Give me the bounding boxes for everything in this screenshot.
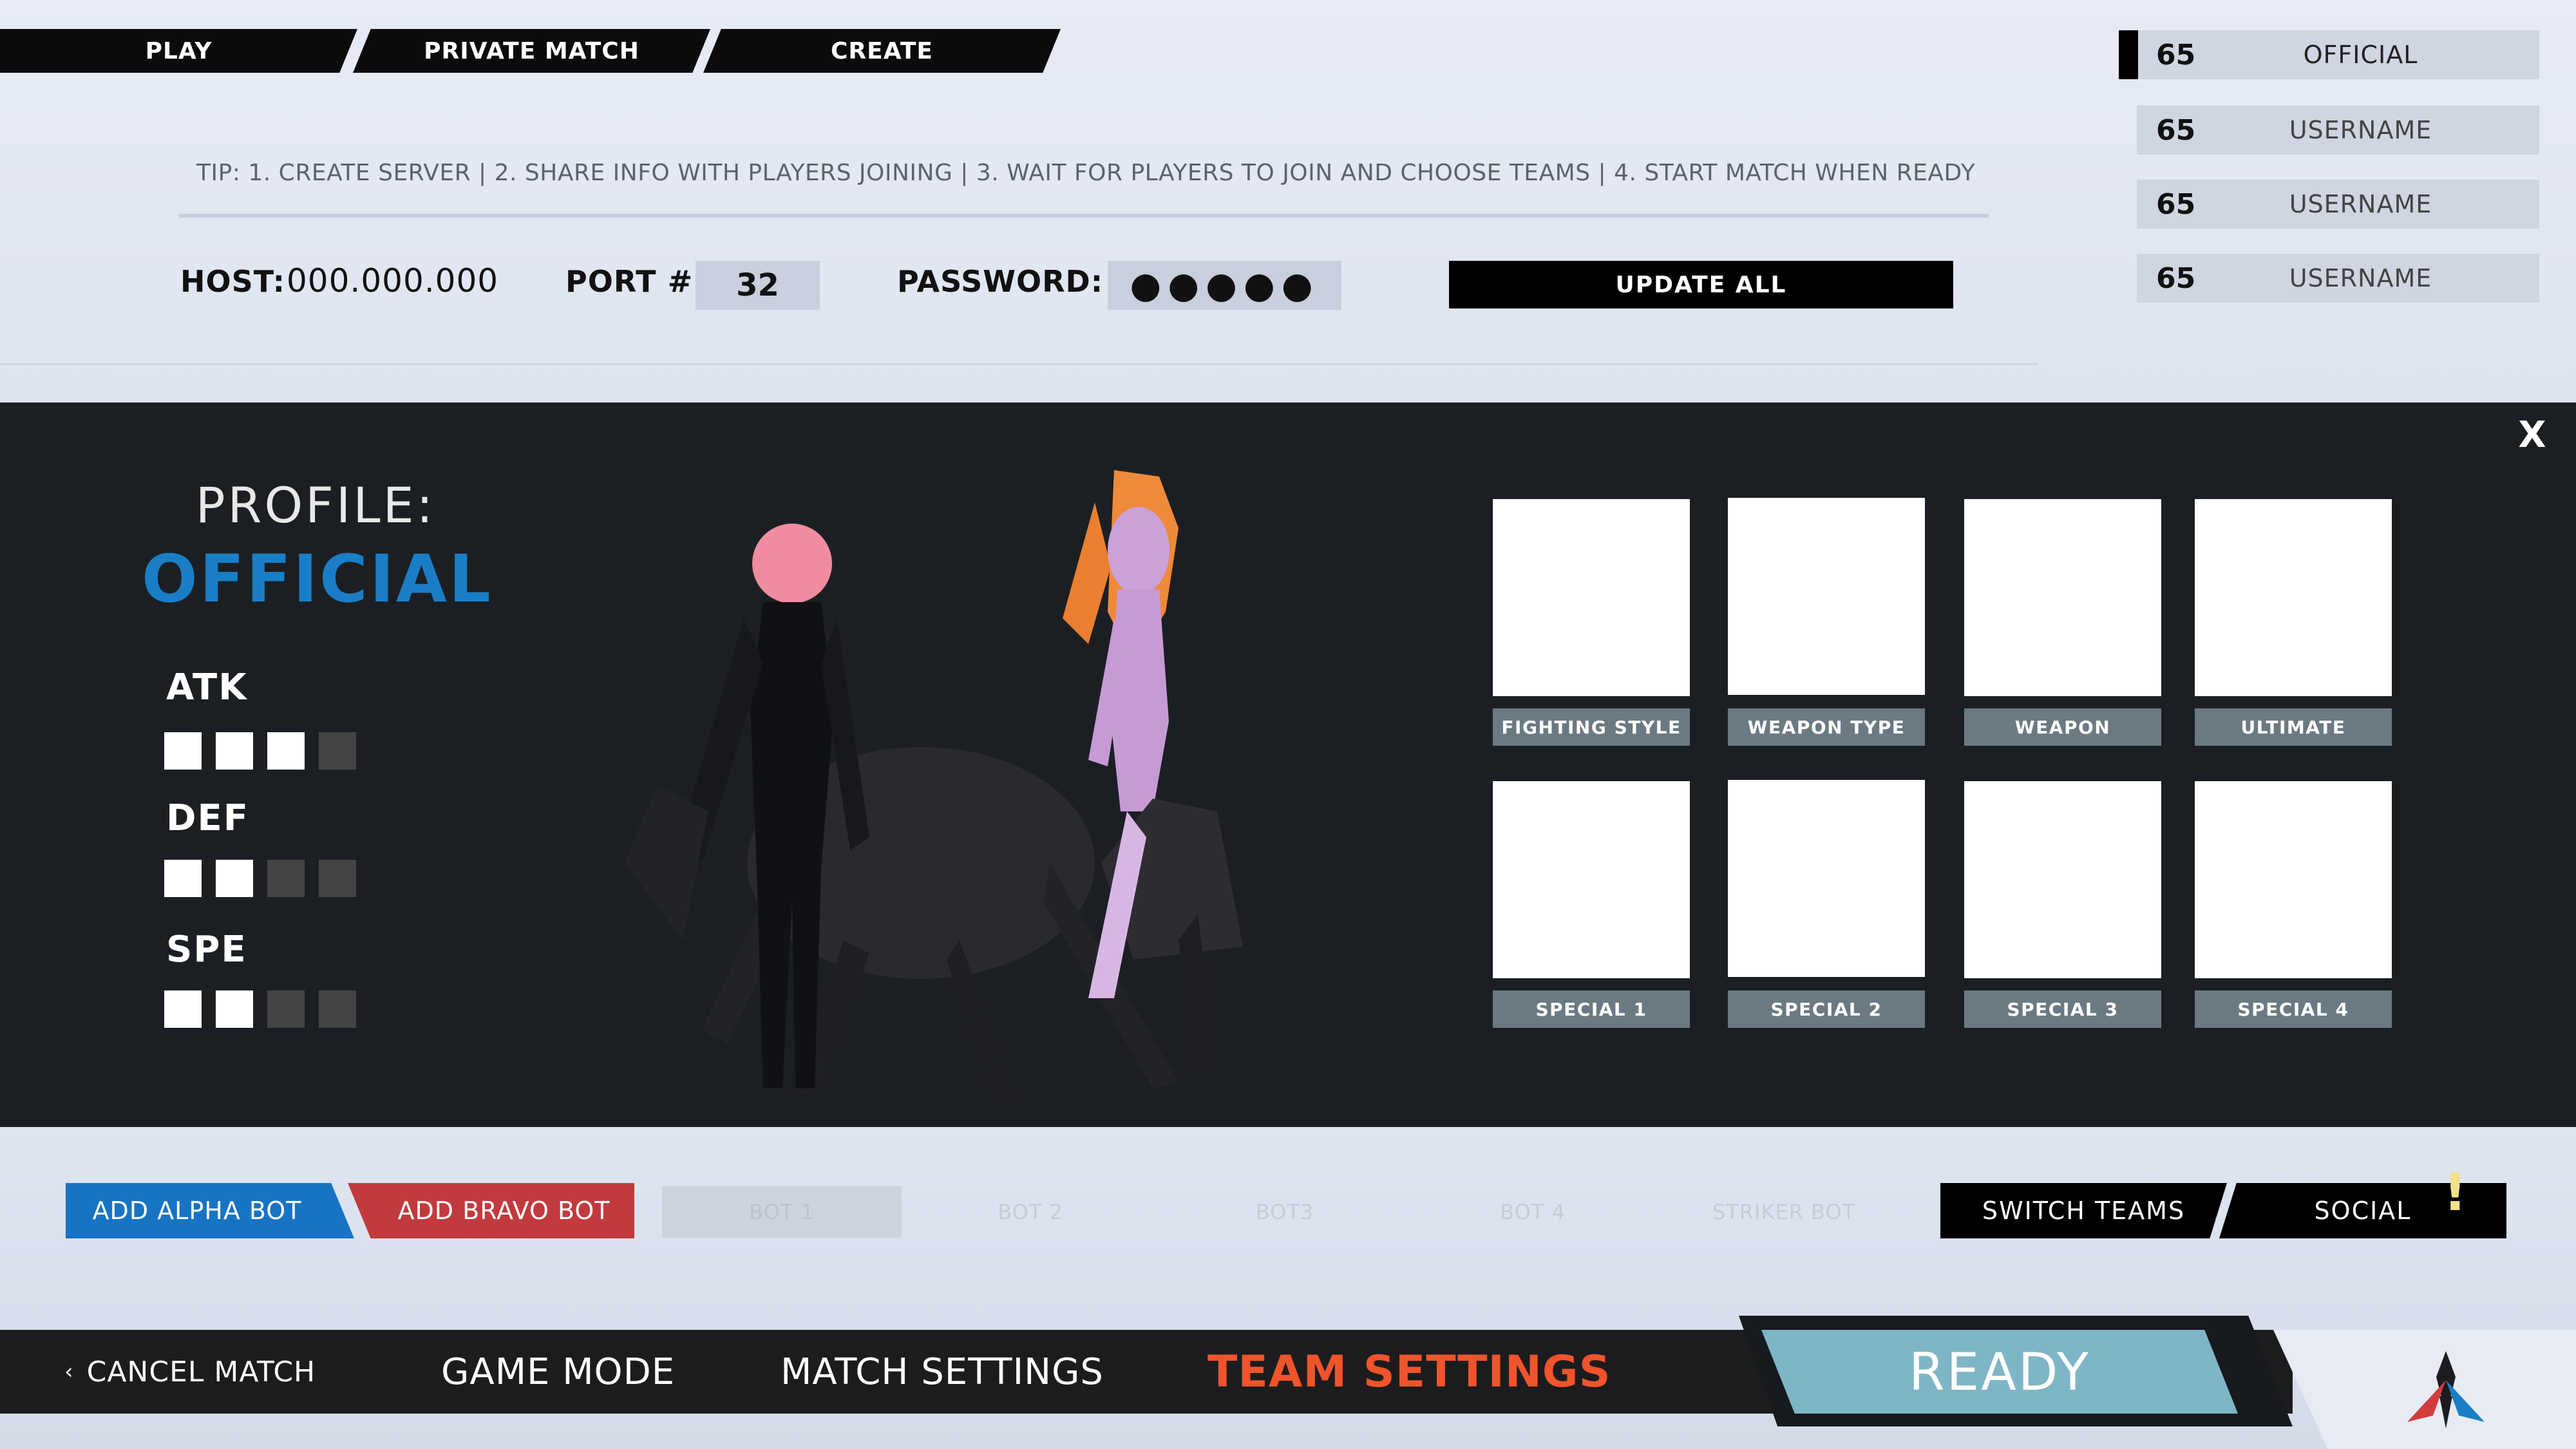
player-name: USERNAME <box>2289 190 2432 218</box>
bot-slot[interactable]: BOT 2 <box>921 1186 1140 1238</box>
loadout-label: SPECIAL 2 <box>1728 990 1925 1028</box>
profile-name: OFFICIAL <box>142 541 493 618</box>
nav-team-settings[interactable]: TEAM SETTINGS <box>1208 1330 1611 1414</box>
loadout-slot[interactable] <box>1964 499 2161 696</box>
stat-pips-spe <box>164 990 356 1028</box>
loadout-label: WEAPON TYPE <box>1728 708 1925 746</box>
character-illustration <box>625 470 1243 1101</box>
bot-slot[interactable]: BOT 1 <box>662 1186 902 1238</box>
loadout-label: SPECIAL 4 <box>2195 990 2392 1028</box>
nav-match-settings[interactable]: MATCH SETTINGS <box>781 1330 1104 1414</box>
player-row[interactable]: 65 USERNAME <box>2137 106 2539 155</box>
loadout-slot[interactable] <box>1728 498 1925 695</box>
player-row[interactable]: 65 USERNAME <box>2137 180 2539 229</box>
stat-pip <box>216 990 253 1028</box>
switch-teams-button[interactable]: SWITCH TEAMS <box>1940 1183 2227 1238</box>
player-level: 65 <box>2156 261 2196 295</box>
stat-pip <box>267 860 305 897</box>
add-alpha-bot-button[interactable]: ADD ALPHA BOT <box>66 1183 354 1238</box>
loadout-slot[interactable] <box>2195 781 2392 978</box>
player-row[interactable]: 65 USERNAME <box>2137 254 2539 303</box>
player-row[interactable]: 65 OFFICIAL <box>2119 30 2539 79</box>
stat-label-atk: ATK <box>166 667 248 708</box>
loadout-slot[interactable] <box>2195 499 2392 696</box>
ready-button[interactable]: READY <box>1761 1330 2238 1414</box>
tab-private-match[interactable]: PRIVATE MATCH <box>353 29 710 73</box>
port-field[interactable]: 32 <box>696 261 820 310</box>
alert-icon: ! <box>2443 1162 2467 1222</box>
host-label: HOST: <box>180 264 285 299</box>
stat-pip <box>164 860 202 897</box>
password-field[interactable]: ●●●●● <box>1108 261 1341 310</box>
stat-pip <box>216 860 253 897</box>
stat-label-spe: SPE <box>166 929 247 971</box>
player-name: USERNAME <box>2289 264 2432 292</box>
close-icon[interactable]: X <box>2513 414 2552 456</box>
loadout-label: SPECIAL 3 <box>1964 990 2161 1028</box>
chevron-left-icon: ‹ <box>64 1359 74 1385</box>
player-level: 65 <box>2156 187 2196 221</box>
stat-pip <box>216 732 253 770</box>
stat-label-def: DEF <box>166 797 249 839</box>
stat-pip <box>267 990 305 1028</box>
stat-pip <box>267 732 305 770</box>
stat-pip <box>319 732 356 770</box>
loadout-slot[interactable] <box>1728 780 1925 977</box>
host-value: 000.000.000 <box>287 262 499 299</box>
loadout-label: SPECIAL 1 <box>1493 990 1690 1028</box>
loadout-label: FIGHTING STYLE <box>1493 708 1690 746</box>
stat-pips-atk <box>164 732 356 770</box>
tab-play[interactable]: PLAY <box>0 29 357 73</box>
active-player-marker <box>2119 30 2138 79</box>
player-name: OFFICIAL <box>2303 41 2418 69</box>
player-level: 65 <box>2156 113 2196 147</box>
loadout-slot[interactable] <box>1493 499 1690 696</box>
tab-create[interactable]: CREATE <box>703 29 1061 73</box>
stat-pips-def <box>164 860 356 897</box>
bot-slot[interactable]: STRIKER BOT <box>1674 1186 1893 1238</box>
port-label: PORT # <box>565 264 694 299</box>
bot-slot[interactable]: BOT 4 <box>1423 1186 1642 1238</box>
cancel-match-label: CANCEL MATCH <box>86 1355 316 1388</box>
tip-text: TIP: 1. CREATE SERVER | 2. SHARE INFO WI… <box>196 160 1976 186</box>
tip-divider <box>179 214 1989 218</box>
loadout-slot[interactable] <box>1493 781 1690 978</box>
update-all-button[interactable]: UPDATE ALL <box>1449 261 1953 308</box>
stat-pip <box>164 732 202 770</box>
game-logo-icon <box>2407 1351 2485 1428</box>
player-name: USERNAME <box>2289 116 2432 144</box>
nav-game-mode[interactable]: GAME MODE <box>441 1330 675 1414</box>
loadout-slot[interactable] <box>1964 781 2161 978</box>
profile-title: PROFILE: <box>195 477 436 534</box>
stat-pip <box>164 990 202 1028</box>
password-label: PASSWORD: <box>897 264 1104 299</box>
cancel-match-button[interactable]: ‹ CANCEL MATCH <box>64 1330 316 1414</box>
stat-pip <box>319 860 356 897</box>
loadout-label: WEAPON <box>1964 708 2161 746</box>
stat-pip <box>319 990 356 1028</box>
bot-slot[interactable]: BOT3 <box>1175 1186 1394 1238</box>
loadout-label: ULTIMATE <box>2195 708 2392 746</box>
server-divider <box>0 363 2038 365</box>
add-bravo-bot-button[interactable]: ADD BRAVO BOT <box>348 1183 634 1238</box>
